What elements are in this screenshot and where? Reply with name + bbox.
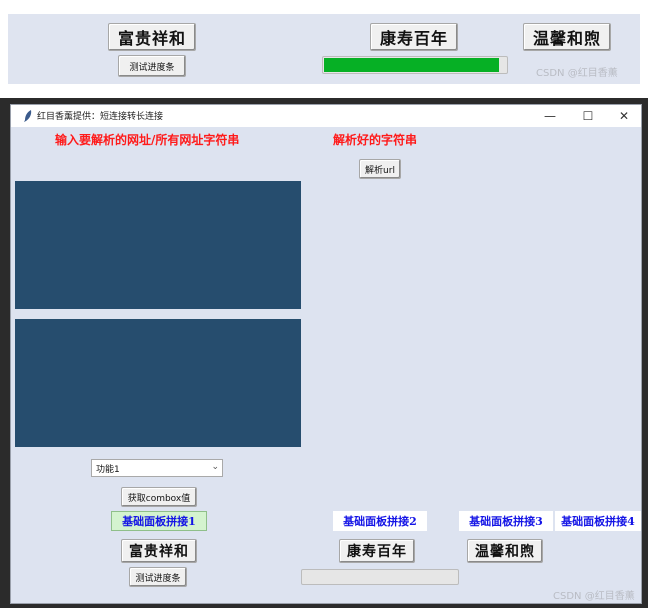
kangshou-button-bottom[interactable]: 康寿百年 bbox=[339, 539, 415, 563]
watermark-top: CSDN @红目香薰 bbox=[536, 68, 618, 79]
test-progress-button-bottom[interactable]: 测试进度条 bbox=[129, 567, 187, 587]
wenxin-button[interactable]: 温馨和煦 bbox=[523, 23, 611, 51]
panel-label-2: 基础面板拼接2 bbox=[333, 511, 427, 531]
wenxin-button-bottom[interactable]: 温馨和煦 bbox=[467, 539, 543, 563]
fugui-button-bottom[interactable]: 富贵祥和 bbox=[121, 539, 197, 563]
progress-bar bbox=[322, 56, 508, 74]
panel-label-3: 基础面板拼接3 bbox=[459, 511, 553, 531]
combobox-value: 功能1 bbox=[96, 464, 120, 475]
chevron-down-icon[interactable]: ⌄ bbox=[211, 462, 219, 472]
minimize-button[interactable]: — bbox=[531, 105, 569, 127]
maximize-button[interactable]: ☐ bbox=[569, 105, 607, 127]
watermark-bottom: CSDN @红目香薰 bbox=[553, 591, 635, 602]
kangshou-button[interactable]: 康寿百年 bbox=[370, 23, 458, 51]
title-bar: 红目香薰提供：短连接转长连接 — ☐ ✕ bbox=[11, 105, 641, 127]
panel-label-1: 基础面板拼接1 bbox=[111, 511, 207, 531]
output-text-area[interactable] bbox=[15, 319, 301, 447]
app-window: 红目香薰提供：短连接转长连接 — ☐ ✕ 输入要解析的网址/所有网址字符串 解析… bbox=[10, 104, 642, 604]
panel-label-4: 基础面板拼接4 bbox=[555, 511, 641, 531]
close-button[interactable]: ✕ bbox=[605, 105, 643, 127]
function-combobox[interactable]: 功能1 ⌄ bbox=[91, 459, 223, 477]
fugui-button[interactable]: 富贵祥和 bbox=[108, 23, 196, 51]
output-label: 解析好的字符串 bbox=[333, 133, 418, 147]
input-label: 输入要解析的网址/所有网址字符串 bbox=[55, 133, 240, 147]
get-combobox-value-button[interactable]: 获取combox值 bbox=[121, 487, 197, 507]
parse-url-button[interactable]: 解析url bbox=[359, 159, 401, 179]
window-title: 红目香薰提供：短连接转长连接 bbox=[37, 112, 164, 122]
progress-bar-bottom bbox=[301, 569, 459, 585]
input-text-area[interactable] bbox=[15, 181, 301, 309]
progress-fill bbox=[324, 58, 499, 72]
test-progress-button[interactable]: 测试进度条 bbox=[118, 55, 186, 77]
feather-icon bbox=[24, 110, 32, 122]
